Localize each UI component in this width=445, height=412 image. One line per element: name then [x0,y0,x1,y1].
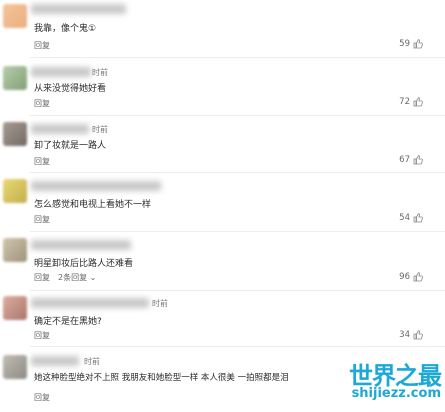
comment-text: 怎么感觉和电视上看她不一样 [34,200,152,210]
comment-text: 明星卸妆后比路人还难看 [34,259,134,269]
avatar[interactable] [3,179,27,203]
reply-link[interactable]: 回复 2条回复 ⌄ [34,272,96,283]
watermark-url: shijiezz.com [351,386,441,401]
avatar[interactable] [3,66,27,90]
comment-item: 我靠，像个鬼① 回复 59 [0,0,445,60]
avatar[interactable] [3,238,27,262]
more-replies-link[interactable]: 2条回复 ⌄ [58,273,96,282]
like-count: 59 [399,39,410,49]
reply-label[interactable]: 回复 [34,41,50,50]
reply-link[interactable]: 回复 [34,392,50,403]
reply-label[interactable]: 回复 [34,273,50,282]
thumbs-up-icon[interactable] [413,97,423,107]
reply-link[interactable]: 回复 [34,214,50,225]
timestamp: 时前 [92,125,108,134]
thumbs-up-icon[interactable] [413,330,423,340]
like-count: 96 [399,272,410,282]
comment-text: 我靠，像个鬼① [34,24,97,34]
divider [30,231,445,232]
reply-label[interactable]: 回复 [34,99,50,108]
comment-text: 她这种脸型绝对不上照 我朋友和她脸型一样 本人很美 一拍照都是泪 [34,373,289,383]
avatar[interactable] [3,355,27,379]
timestamp: 时前 [152,299,168,308]
reply-label[interactable]: 回复 [34,215,50,224]
username-blurred [31,4,126,14]
timestamp: 时前 [92,68,108,77]
reply-link[interactable]: 回复 [34,98,50,109]
divider [30,346,445,347]
divider [30,57,445,58]
thumbs-up-icon[interactable] [413,155,423,165]
comment-text: 卸了妆就是一路人 [34,141,107,151]
avatar[interactable] [3,4,27,28]
reply-link[interactable]: 回复 [34,156,50,167]
comment-item: 时前 确定不是在黑她? 回复 34 [0,292,445,348]
reply-label[interactable]: 回复 [34,393,50,402]
thumbs-up-icon[interactable] [413,39,423,49]
like-count: 54 [399,213,410,223]
thumbs-up-icon[interactable] [413,213,423,223]
like-count: 72 [399,97,410,107]
divider [30,290,445,291]
username-blurred [31,298,149,308]
watermark: 世界之最 shijiezz.com [323,356,442,406]
avatar[interactable] [3,122,27,146]
reply-label[interactable]: 回复 [34,331,50,340]
username-blurred [31,240,131,250]
chevron-down-icon: ⌄ [87,273,97,282]
avatar[interactable] [3,296,27,320]
username-blurred [31,67,91,77]
divider [30,115,445,116]
username-blurred [31,181,161,191]
comment-item: 时前 卸了妆就是一路人 回复 67 [0,117,445,173]
reply-label[interactable]: 回复 [34,157,50,166]
comment-text: 确定不是在黑她? [34,317,102,327]
comment-item: 时前 从来没觉得她好看 回复 72 [0,60,445,116]
thumbs-up-icon[interactable] [413,272,423,282]
like-count: 34 [399,330,410,340]
comment-item: 明星卸妆后比路人还难看 回复 2条回复 ⌄ 96 [0,233,445,291]
username-blurred [31,356,79,366]
comment-item: 怎么感觉和电视上看她不一样 回复 54 [0,174,445,232]
more-replies-label[interactable]: 2条回复 [58,273,87,282]
reply-link[interactable]: 回复 [34,330,50,341]
divider [30,172,445,173]
like-count: 67 [399,155,410,165]
comment-text: 从来没觉得她好看 [34,84,107,94]
username-blurred [31,124,89,134]
timestamp: 时前 [84,357,100,366]
reply-link[interactable]: 回复 [34,40,50,51]
